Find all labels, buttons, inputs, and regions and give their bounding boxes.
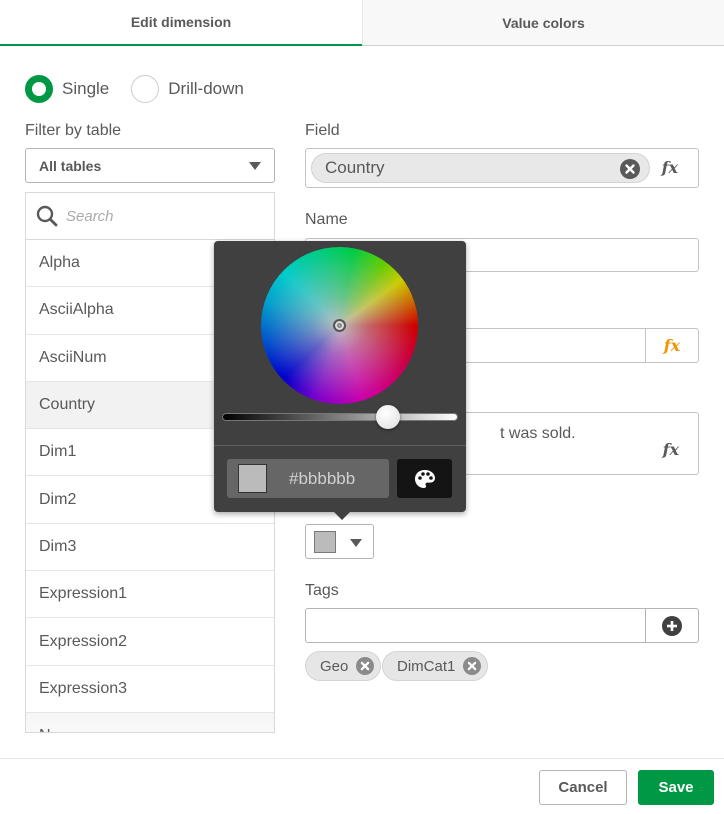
tags-text-input[interactable] [306,609,646,642]
remove-tag-button[interactable] [356,657,375,679]
tab-value-colors[interactable]: Value colors [362,0,724,46]
radio-single[interactable]: Single [25,75,109,103]
chevron-down-icon [350,539,362,547]
list-item[interactable]: Dim3 [26,523,274,572]
color-wheel-marker[interactable] [333,319,346,332]
dimension-type-radio-group: Single Drill-down [25,75,266,103]
filter-by-table-label: Filter by table [25,122,122,139]
radio-drill-down-label: Drill-down [168,79,244,98]
list-item[interactable]: Expression2 [26,618,274,666]
field-expression-fx-icon[interactable]: fx [662,158,678,177]
radio-drill-down-indicator[interactable] [131,75,160,103]
field-chip[interactable]: Country [311,153,650,183]
add-tag-button[interactable] [645,609,698,642]
field-chip-label: Country [325,158,385,177]
list-item[interactable]: Expression1 [26,571,274,619]
close-circle-icon [463,657,482,675]
color-picker-popup [214,241,466,520]
palette-button[interactable] [397,459,452,498]
description-fx-icon[interactable]: fx [663,440,679,459]
label-expression-fx-button[interactable]: fx [645,329,698,362]
tab-bar: Edit dimension Value colors [0,0,724,46]
remove-tag-button[interactable] [463,657,482,679]
cancel-button[interactable]: Cancel [539,770,627,805]
clear-field-button[interactable] [620,159,640,184]
fx-icon: fx [663,336,681,355]
radio-single-label: Single [62,79,110,98]
radio-drill-down[interactable]: Drill-down [131,75,244,103]
tags-input [305,608,699,643]
field-search [26,193,274,240]
field-label: Field [305,122,340,139]
list-item[interactable]: N [26,712,274,732]
search-icon [36,205,58,227]
name-label: Name [305,211,348,228]
hex-color-input[interactable] [289,468,389,489]
lightness-slider[interactable] [222,413,458,421]
tag-chip: Geo [305,651,382,681]
tab-edit-dimension[interactable]: Edit dimension [0,0,362,46]
dimension-color-swatch [314,531,336,553]
popup-arrow [334,512,350,520]
color-preview-swatch [238,464,267,493]
list-item[interactable]: Expression3 [26,665,274,713]
description-text: t was sold. [500,425,576,442]
plus-circle-icon [662,615,682,636]
filter-table-selected: All tables [39,157,102,174]
field-search-input[interactable] [66,207,256,225]
close-circle-icon [356,657,375,675]
lightness-slider-thumb[interactable] [376,405,400,429]
close-circle-icon [620,159,640,179]
palette-icon [414,469,435,488]
tag-label: DimCat1 [397,657,456,675]
field-input: Country fx [305,148,699,188]
color-wheel[interactable] [261,247,418,404]
radio-single-indicator[interactable] [25,75,53,103]
tags-label: Tags [305,582,339,599]
save-button[interactable]: Save [638,770,714,805]
tag-label: Geo [320,657,349,675]
dimension-color-button[interactable] [305,524,374,559]
tag-chip: DimCat1 [382,651,489,681]
hex-color-field [227,459,389,498]
popup-divider [214,445,466,446]
chevron-down-icon [249,162,261,170]
filter-table-dropdown[interactable]: All tables [25,148,275,183]
